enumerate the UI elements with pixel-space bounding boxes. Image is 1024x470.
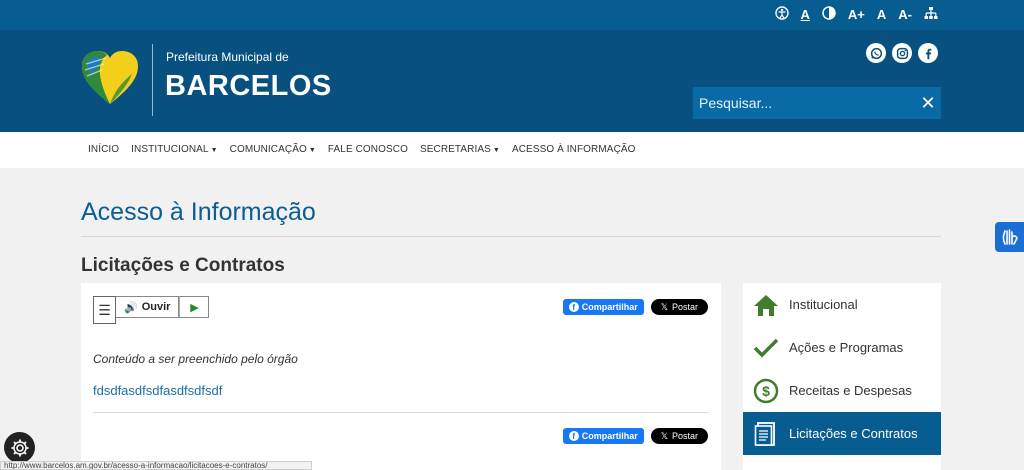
- nav-item-inicio[interactable]: INÍCIO: [88, 144, 119, 155]
- document-icon: [743, 421, 789, 447]
- site-title[interactable]: BARCELOS: [165, 70, 332, 103]
- svg-text:$: $: [762, 383, 770, 399]
- share-row-bottom: f Compartilhar 𝕏 Postar: [562, 428, 708, 444]
- home-icon: [743, 293, 789, 317]
- x-icon: 𝕏: [660, 301, 668, 312]
- site-header: Prefeitura Municipal de BARCELOS ✕: [0, 30, 1024, 132]
- font-base-button[interactable]: A: [877, 7, 886, 23]
- header-subtitle: Prefeitura Municipal de: [166, 50, 289, 64]
- listen-widget: ☰ 🔊 Ouvir ▶: [93, 296, 210, 324]
- content-link[interactable]: fdsdfasdfsdfasdfsdfsdf: [93, 383, 222, 398]
- gear-icon[interactable]: [4, 432, 35, 463]
- social-links: [866, 43, 938, 63]
- sidebar-item-label: Receitas e Despesas: [789, 383, 912, 398]
- font-increase-button[interactable]: A+: [848, 7, 865, 23]
- search-bar: ✕: [693, 87, 941, 119]
- caret-down-icon: ▼: [308, 147, 316, 154]
- sidebar-item-label: Ações e Programas: [789, 340, 904, 355]
- listen-button[interactable]: 🔊 Ouvir: [116, 296, 180, 318]
- nav-item-comunicacao[interactable]: COMUNICAÇÃO ▼: [230, 144, 316, 155]
- logo-divider: [152, 44, 153, 116]
- sidebar-item-label: Institucional: [789, 297, 858, 312]
- sidebar-item-institucional[interactable]: Institucional: [743, 283, 941, 326]
- whatsapp-icon[interactable]: [866, 43, 886, 63]
- close-icon[interactable]: ✕: [915, 93, 941, 114]
- section-title: Licitações e Contratos: [81, 255, 285, 276]
- search-input[interactable]: [693, 87, 915, 119]
- facebook-share-button[interactable]: f Compartilhar: [562, 428, 644, 444]
- x-post-button[interactable]: 𝕏 Postar: [650, 299, 708, 315]
- menu-icon[interactable]: ☰: [93, 296, 116, 324]
- share-row-top: f Compartilhar 𝕏 Postar: [562, 299, 708, 315]
- caret-down-icon: ▼: [492, 147, 500, 154]
- caret-down-icon: ▼: [210, 147, 218, 154]
- font-decrease-button[interactable]: A-: [898, 7, 912, 23]
- facebook-icon: f: [568, 302, 579, 312]
- play-icon[interactable]: ▶: [179, 296, 210, 318]
- facebook-icon: f: [568, 431, 579, 441]
- checkmark-icon: [743, 337, 789, 359]
- sidebar-item-licitacoes-contratos[interactable]: Licitações e Contratos: [743, 412, 941, 455]
- nav-item-institucional[interactable]: INSTITUCIONAL ▼: [131, 144, 217, 155]
- nav-item-fale-conosco[interactable]: FALE CONOSCO: [328, 144, 408, 155]
- accessibility-icon[interactable]: [774, 6, 789, 24]
- content-panel: ☰ 🔊 Ouvir ▶ f Compartilhar 𝕏 Postar Conteú…: [81, 283, 721, 470]
- dollar-circle-icon: $: [743, 378, 789, 404]
- x-post-button[interactable]: 𝕏 Postar: [650, 428, 708, 444]
- main-nav: INÍCIO INSTITUCIONAL ▼ COMUNICAÇÃO ▼ FALE …: [0, 132, 1024, 168]
- sign-language-icon[interactable]: [995, 222, 1024, 252]
- sitemap-icon[interactable]: [924, 6, 938, 24]
- page-title: Acesso à Informação: [81, 198, 316, 226]
- accessibility-tools: A A+ A A-: [774, 6, 938, 24]
- x-icon: 𝕏: [660, 430, 668, 441]
- nav-item-acesso-informacao[interactable]: ACESSO À INFORMAÇÃO: [512, 144, 636, 155]
- instagram-icon[interactable]: [892, 43, 912, 63]
- sidebar-item-receitas-despesas[interactable]: $ Receitas e Despesas: [743, 369, 941, 412]
- sidebar-menu: Institucional Ações e Programas $ Receit…: [743, 283, 941, 470]
- browser-status-url: http://www.barcelos.am.gov.br/acesso-a-i…: [0, 461, 312, 470]
- sidebar-item-acoes-programas[interactable]: Ações e Programas: [743, 326, 941, 369]
- facebook-icon[interactable]: [918, 43, 938, 63]
- speaker-icon: 🔊: [124, 301, 138, 314]
- font-normal-button[interactable]: A: [801, 7, 810, 23]
- accessibility-bar: A A+ A A-: [0, 0, 1024, 30]
- contrast-icon[interactable]: [822, 6, 836, 24]
- heart-logo[interactable]: [80, 48, 140, 108]
- content-divider: [93, 412, 708, 413]
- nav-item-secretarias[interactable]: SECRETARIAS ▼: [420, 144, 500, 155]
- facebook-share-button[interactable]: f Compartilhar: [562, 299, 644, 315]
- sidebar-item-label: Licitações e Contratos: [789, 426, 918, 441]
- placeholder-text: Conteúdo a ser preenchido pelo órgão: [93, 352, 298, 366]
- title-divider: [81, 236, 941, 237]
